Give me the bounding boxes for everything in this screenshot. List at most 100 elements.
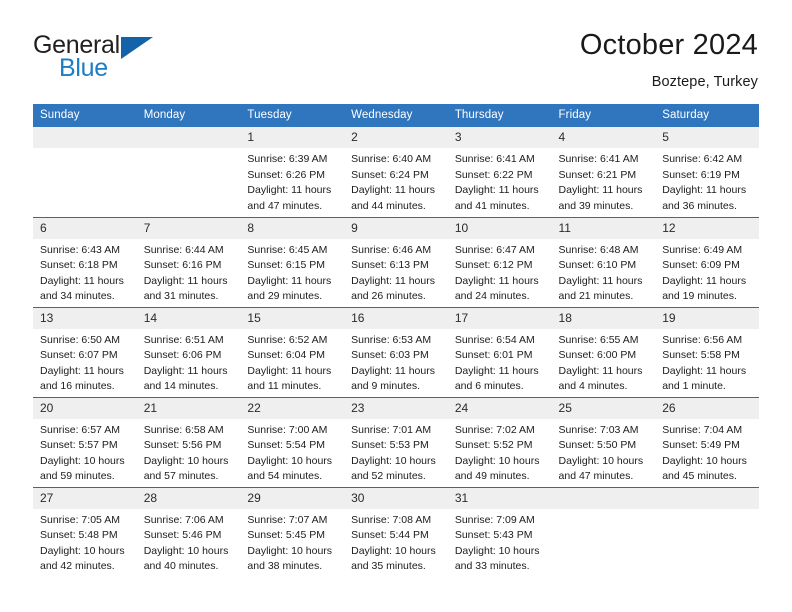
daylight-text-line1: Daylight: 10 hours <box>454 544 540 557</box>
day-number: 21 <box>136 397 241 419</box>
sunrise-text: Sunrise: 7:05 AM <box>40 513 120 526</box>
sunset-text: Sunset: 6:15 PM <box>247 259 326 272</box>
daylight-text-line1: Daylight: 11 hours <box>247 274 332 287</box>
day-number <box>655 487 759 509</box>
day-details: Sunrise: 7:01 AM Sunset: 5:53 PM Daylight:… <box>344 419 448 485</box>
daylight-text-line2: and 34 minutes. <box>40 290 115 303</box>
day-details: Sunrise: 7:06 AM Sunset: 5:46 PM Daylight:… <box>137 509 241 575</box>
weekday-header-monday: Monday <box>136 104 241 127</box>
calendar-day-cell[interactable]: 5 Sunrise: 6:42 AM Sunset: 6:19 PM Daylight… <box>655 127 759 217</box>
daylight-text-line1: Daylight: 10 hours <box>143 544 229 557</box>
sunrise-text: Sunrise: 6:56 AM <box>662 333 743 346</box>
sunset-text: Sunset: 6:13 PM <box>351 259 429 272</box>
day-number: 14 <box>136 307 241 329</box>
calendar-day-cell[interactable]: 6 Sunrise: 6:43 AM Sunset: 6:18 PM Daylight… <box>33 216 137 307</box>
calendar-day-cell[interactable]: 10 Sunrise: 6:47 AM Sunset: 6:12 PM Dayligh… <box>447 216 552 307</box>
daylight-text-line2: and 33 minutes. <box>454 560 530 573</box>
daylight-text-line2: and 9 minutes. <box>351 380 420 393</box>
calendar-day-cell[interactable]: 9 Sunrise: 6:46 AM Sunset: 6:13 PM Daylight… <box>344 216 448 307</box>
calendar-day-cell[interactable]: 21 Sunrise: 6:58 AM Sunset: 5:56 PM Dayligh… <box>136 396 241 487</box>
day-details: Sunrise: 6:53 AM Sunset: 6:03 PM Daylight:… <box>344 329 448 395</box>
calendar-day-cell[interactable]: 16 Sunrise: 6:53 AM Sunset: 6:03 PM Dayligh… <box>344 306 448 397</box>
calendar-day-cell[interactable]: 22 Sunrise: 7:00 AM Sunset: 5:54 PM Dayligh… <box>240 396 345 487</box>
daylight-text-line2: and 4 minutes. <box>558 380 628 393</box>
daylight-text-line2: and 57 minutes. <box>143 470 219 483</box>
calendar-day-cell[interactable]: 23 Sunrise: 7:01 AM Sunset: 5:53 PM Dayligh… <box>344 396 448 487</box>
sunset-text: Sunset: 6:09 PM <box>662 259 740 272</box>
sunrise-text: Sunrise: 7:02 AM <box>454 423 535 436</box>
day-number: 13 <box>33 307 137 329</box>
sunrise-text: Sunrise: 6:47 AM <box>454 243 535 256</box>
daylight-text-line2: and 19 minutes. <box>662 290 737 303</box>
calendar-day-cell[interactable]: 14 Sunrise: 6:51 AM Sunset: 6:06 PM Dayligh… <box>136 306 241 397</box>
calendar-day-cell[interactable]: 4 Sunrise: 6:41 AM Sunset: 6:21 PM Daylight… <box>551 127 656 217</box>
calendar-day-cell[interactable]: 3 Sunrise: 6:41 AM Sunset: 6:22 PM Daylight… <box>447 127 552 217</box>
daylight-text-line2: and 29 minutes. <box>247 290 323 303</box>
calendar-day-cell[interactable]: 8 Sunrise: 6:45 AM Sunset: 6:15 PM Daylight… <box>240 216 345 307</box>
day-details: Sunrise: 6:46 AM Sunset: 6:13 PM Daylight:… <box>344 239 448 305</box>
brand-logo[interactable]: General Blue <box>33 30 153 88</box>
sunrise-text: Sunrise: 6:53 AM <box>351 333 432 346</box>
day-details: Sunrise: 6:42 AM Sunset: 6:19 PM Daylight:… <box>655 148 759 214</box>
day-details: Sunrise: 6:51 AM Sunset: 6:06 PM Daylight:… <box>137 329 241 395</box>
day-details: Sunrise: 6:50 AM Sunset: 6:07 PM Daylight:… <box>33 329 137 395</box>
sunrise-text: Sunrise: 6:46 AM <box>351 243 432 256</box>
daylight-text-line1: Daylight: 11 hours <box>454 184 539 197</box>
daylight-text-line1: Daylight: 11 hours <box>40 274 124 287</box>
calendar-day-cell-empty <box>136 127 241 217</box>
day-number: 5 <box>655 127 759 148</box>
calendar-day-cell[interactable]: 30 Sunrise: 7:08 AM Sunset: 5:44 PM Dayligh… <box>344 486 448 577</box>
calendar-day-cell[interactable]: 26 Sunrise: 7:04 AM Sunset: 5:49 PM Dayligh… <box>655 396 759 487</box>
calendar-day-cell[interactable]: 31 Sunrise: 7:09 AM Sunset: 5:43 PM Dayligh… <box>447 486 552 577</box>
brand-name-blue: Blue <box>59 54 108 82</box>
sunrise-text: Sunrise: 6:40 AM <box>351 153 432 165</box>
day-number: 3 <box>447 127 552 148</box>
sunrise-text: Sunrise: 6:44 AM <box>143 243 224 256</box>
triangle-logo-icon <box>121 37 153 59</box>
day-details: Sunrise: 6:55 AM Sunset: 6:00 PM Daylight:… <box>552 329 656 395</box>
day-details: Sunrise: 7:09 AM Sunset: 5:43 PM Daylight:… <box>448 509 552 575</box>
daylight-text-line2: and 35 minutes. <box>351 560 426 573</box>
sunrise-text: Sunrise: 6:41 AM <box>558 153 639 165</box>
daylight-text-line1: Daylight: 10 hours <box>40 454 125 467</box>
calendar-day-cell[interactable]: 28 Sunrise: 7:06 AM Sunset: 5:46 PM Dayligh… <box>136 486 241 577</box>
sunrise-text: Sunrise: 6:55 AM <box>558 333 639 346</box>
day-details: Sunrise: 7:05 AM Sunset: 5:48 PM Daylight:… <box>33 509 137 575</box>
day-details: Sunrise: 7:02 AM Sunset: 5:52 PM Daylight:… <box>448 419 552 485</box>
calendar-day-cell[interactable]: 27 Sunrise: 7:05 AM Sunset: 5:48 PM Dayligh… <box>33 486 137 577</box>
day-number: 2 <box>344 127 448 148</box>
calendar-day-cell[interactable]: 29 Sunrise: 7:07 AM Sunset: 5:45 PM Dayligh… <box>240 486 345 577</box>
sunset-text: Sunset: 6:26 PM <box>247 168 326 181</box>
day-number: 1 <box>240 127 345 148</box>
calendar-day-cell[interactable]: 24 Sunrise: 7:02 AM Sunset: 5:52 PM Dayligh… <box>447 396 552 487</box>
sunrise-text: Sunrise: 6:39 AM <box>247 153 328 165</box>
calendar-day-cell[interactable]: 7 Sunrise: 6:44 AM Sunset: 6:16 PM Daylight… <box>136 216 241 307</box>
weekday-header-friday: Friday <box>551 104 656 127</box>
sunrise-text: Sunrise: 6:48 AM <box>558 243 639 256</box>
day-number: 27 <box>33 487 137 509</box>
calendar-day-cell[interactable]: 25 Sunrise: 7:03 AM Sunset: 5:50 PM Dayligh… <box>551 396 656 487</box>
sunrise-text: Sunrise: 7:06 AM <box>143 513 224 526</box>
calendar-day-cell[interactable]: 20 Sunrise: 6:57 AM Sunset: 5:57 PM Dayligh… <box>33 396 137 487</box>
day-number: 26 <box>655 397 759 419</box>
calendar-day-cell[interactable]: 11 Sunrise: 6:48 AM Sunset: 6:10 PM Dayligh… <box>551 216 656 307</box>
calendar-day-cell[interactable]: 2 Sunrise: 6:40 AM Sunset: 6:24 PM Daylight… <box>344 127 448 217</box>
daylight-text-line1: Daylight: 11 hours <box>351 184 435 197</box>
daylight-text-line1: Daylight: 11 hours <box>558 184 643 197</box>
calendar-day-cell[interactable]: 15 Sunrise: 6:52 AM Sunset: 6:04 PM Dayligh… <box>240 306 345 397</box>
daylight-text-line2: and 11 minutes. <box>247 380 322 393</box>
calendar-day-cell[interactable]: 12 Sunrise: 6:49 AM Sunset: 6:09 PM Dayligh… <box>655 216 759 307</box>
calendar-day-cell[interactable]: 18 Sunrise: 6:55 AM Sunset: 6:00 PM Dayligh… <box>551 306 656 397</box>
day-number: 9 <box>344 217 448 239</box>
daylight-text-line1: Daylight: 11 hours <box>454 274 539 287</box>
calendar-day-cell[interactable]: 1 Sunrise: 6:39 AM Sunset: 6:26 PM Daylight… <box>240 127 345 217</box>
calendar-week-row: 27 Sunrise: 7:05 AM Sunset: 5:48 PM Dayligh… <box>33 486 759 577</box>
calendar-day-cell[interactable]: 17 Sunrise: 6:54 AM Sunset: 6:01 PM Dayligh… <box>447 306 552 397</box>
day-number: 18 <box>551 307 656 329</box>
calendar-day-cell[interactable]: 13 Sunrise: 6:50 AM Sunset: 6:07 PM Dayligh… <box>33 306 137 397</box>
calendar-day-cell[interactable]: 19 Sunrise: 6:56 AM Sunset: 5:58 PM Dayligh… <box>655 306 759 397</box>
page-title: October 2024 <box>579 29 758 61</box>
sunset-text: Sunset: 5:53 PM <box>351 439 429 452</box>
day-details: Sunrise: 7:00 AM Sunset: 5:54 PM Daylight:… <box>240 419 344 485</box>
calendar-body: 1 Sunrise: 6:39 AM Sunset: 6:26 PM Daylight… <box>33 127 759 577</box>
